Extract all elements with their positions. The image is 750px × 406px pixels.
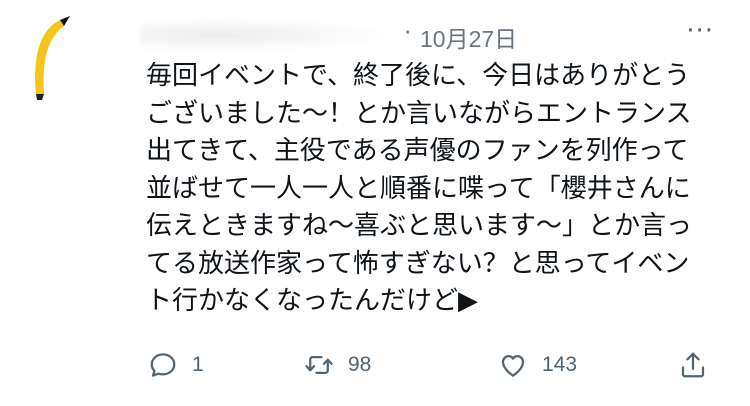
share-icon xyxy=(681,352,705,378)
tweet-actions: 1 98 143 xyxy=(140,345,730,385)
retweet-count: 98 xyxy=(348,353,372,376)
retweet-button[interactable]: 98 xyxy=(304,345,371,385)
tweet-header: · 10月27日 ··· xyxy=(140,16,740,56)
like-count: 143 xyxy=(542,353,578,376)
retweet-icon xyxy=(305,356,333,374)
heart-icon xyxy=(501,355,525,377)
reply-count: 1 xyxy=(192,353,204,376)
separator-dot: · xyxy=(404,20,412,46)
share-button[interactable] xyxy=(678,345,708,385)
tweet-text: 毎回イベントで、終了後に、今日はありがとう ございました〜！とか言いながらエント… xyxy=(146,61,693,316)
author-name-redacted[interactable] xyxy=(140,18,400,52)
reply-button[interactable]: 1 xyxy=(148,345,204,385)
like-button[interactable]: 143 xyxy=(498,345,577,385)
avatar[interactable] xyxy=(14,14,78,102)
reply-icon xyxy=(150,353,176,377)
tweet-date[interactable]: 10月27日 xyxy=(420,20,517,54)
more-options-icon[interactable]: ··· xyxy=(686,16,714,46)
